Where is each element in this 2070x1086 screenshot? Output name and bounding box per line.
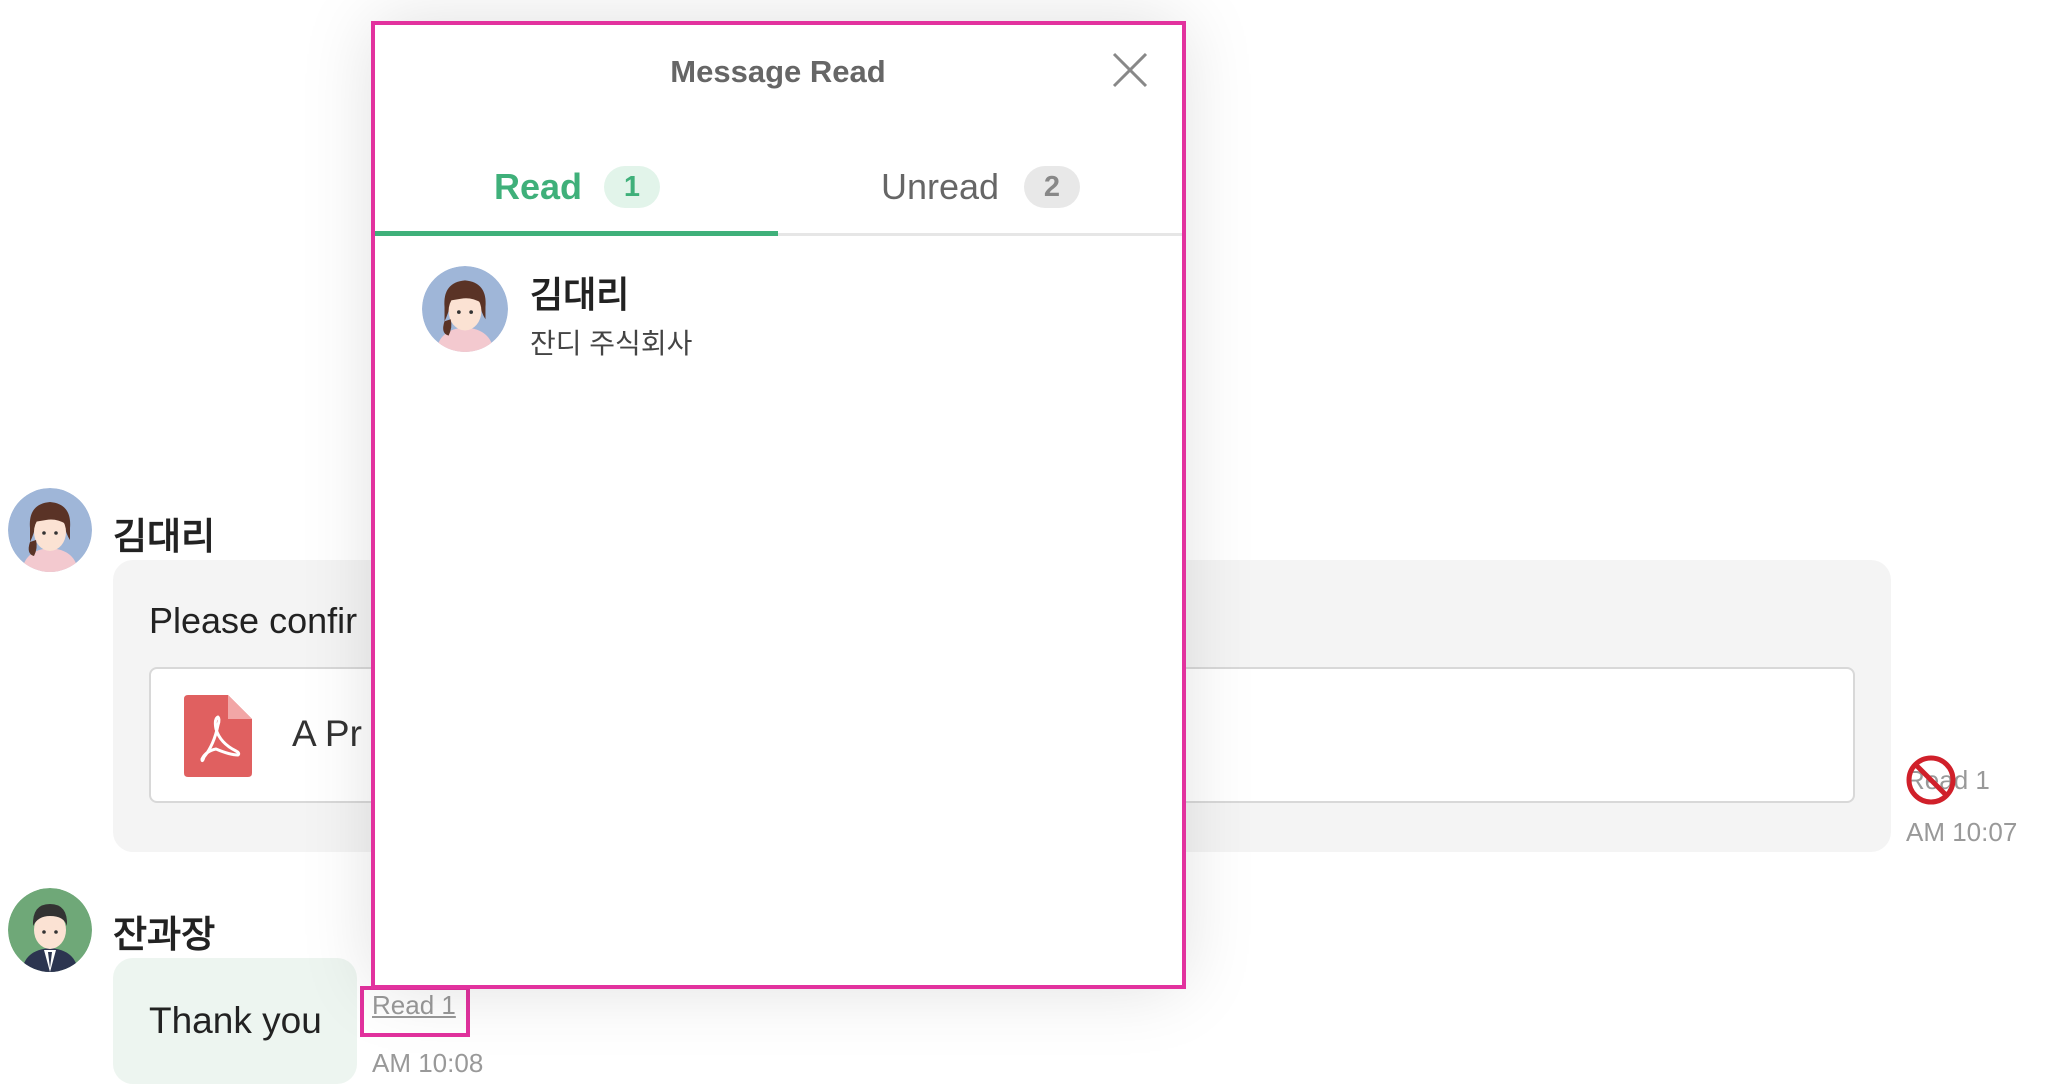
- count-badge: 2: [1024, 166, 1080, 208]
- close-icon: [1112, 52, 1148, 88]
- male-user-icon: [8, 888, 92, 972]
- dialog-title: Message Read: [670, 54, 886, 89]
- tab-read[interactable]: Read 1: [374, 142, 778, 236]
- pdf-file-icon: [184, 695, 252, 777]
- message-text: Please confir: [149, 600, 358, 641]
- read-status-tabs: Read 1 Unread 2: [374, 142, 1182, 236]
- member-name: 김대리: [530, 274, 630, 315]
- female-user-icon: [8, 488, 92, 572]
- female-user-icon: [422, 266, 508, 352]
- tab-label: Unread: [881, 166, 1000, 207]
- member-list-item[interactable]: 김대리 잔디 주식회사: [422, 266, 1122, 362]
- message-time: AM 10:07: [1906, 817, 2018, 847]
- message-read-dialog: Message Read Read 1 Unread 2 김대리 잔디 주식회사: [374, 22, 1182, 986]
- member-company: 잔디 주식회사: [530, 328, 693, 359]
- avatar: [422, 266, 508, 352]
- prohibited-icon: [1906, 755, 1956, 805]
- count-badge: 1: [604, 166, 660, 208]
- close-button[interactable]: [1110, 50, 1150, 90]
- message-bubble: Thank you: [113, 958, 357, 1084]
- message-time: AM 10:08: [372, 1048, 484, 1078]
- file-name: A Pr: [292, 713, 362, 754]
- tab-unread[interactable]: Unread 2: [778, 142, 1182, 236]
- message-text: Thank you: [149, 1000, 322, 1041]
- sender-name: 김대리: [113, 516, 216, 557]
- tab-label: Read: [494, 166, 583, 207]
- sender-name: 잔과장: [113, 914, 216, 955]
- avatar-kim[interactable]: [8, 488, 92, 572]
- highlight-box: [360, 986, 470, 1037]
- avatar-jan[interactable]: [8, 888, 92, 972]
